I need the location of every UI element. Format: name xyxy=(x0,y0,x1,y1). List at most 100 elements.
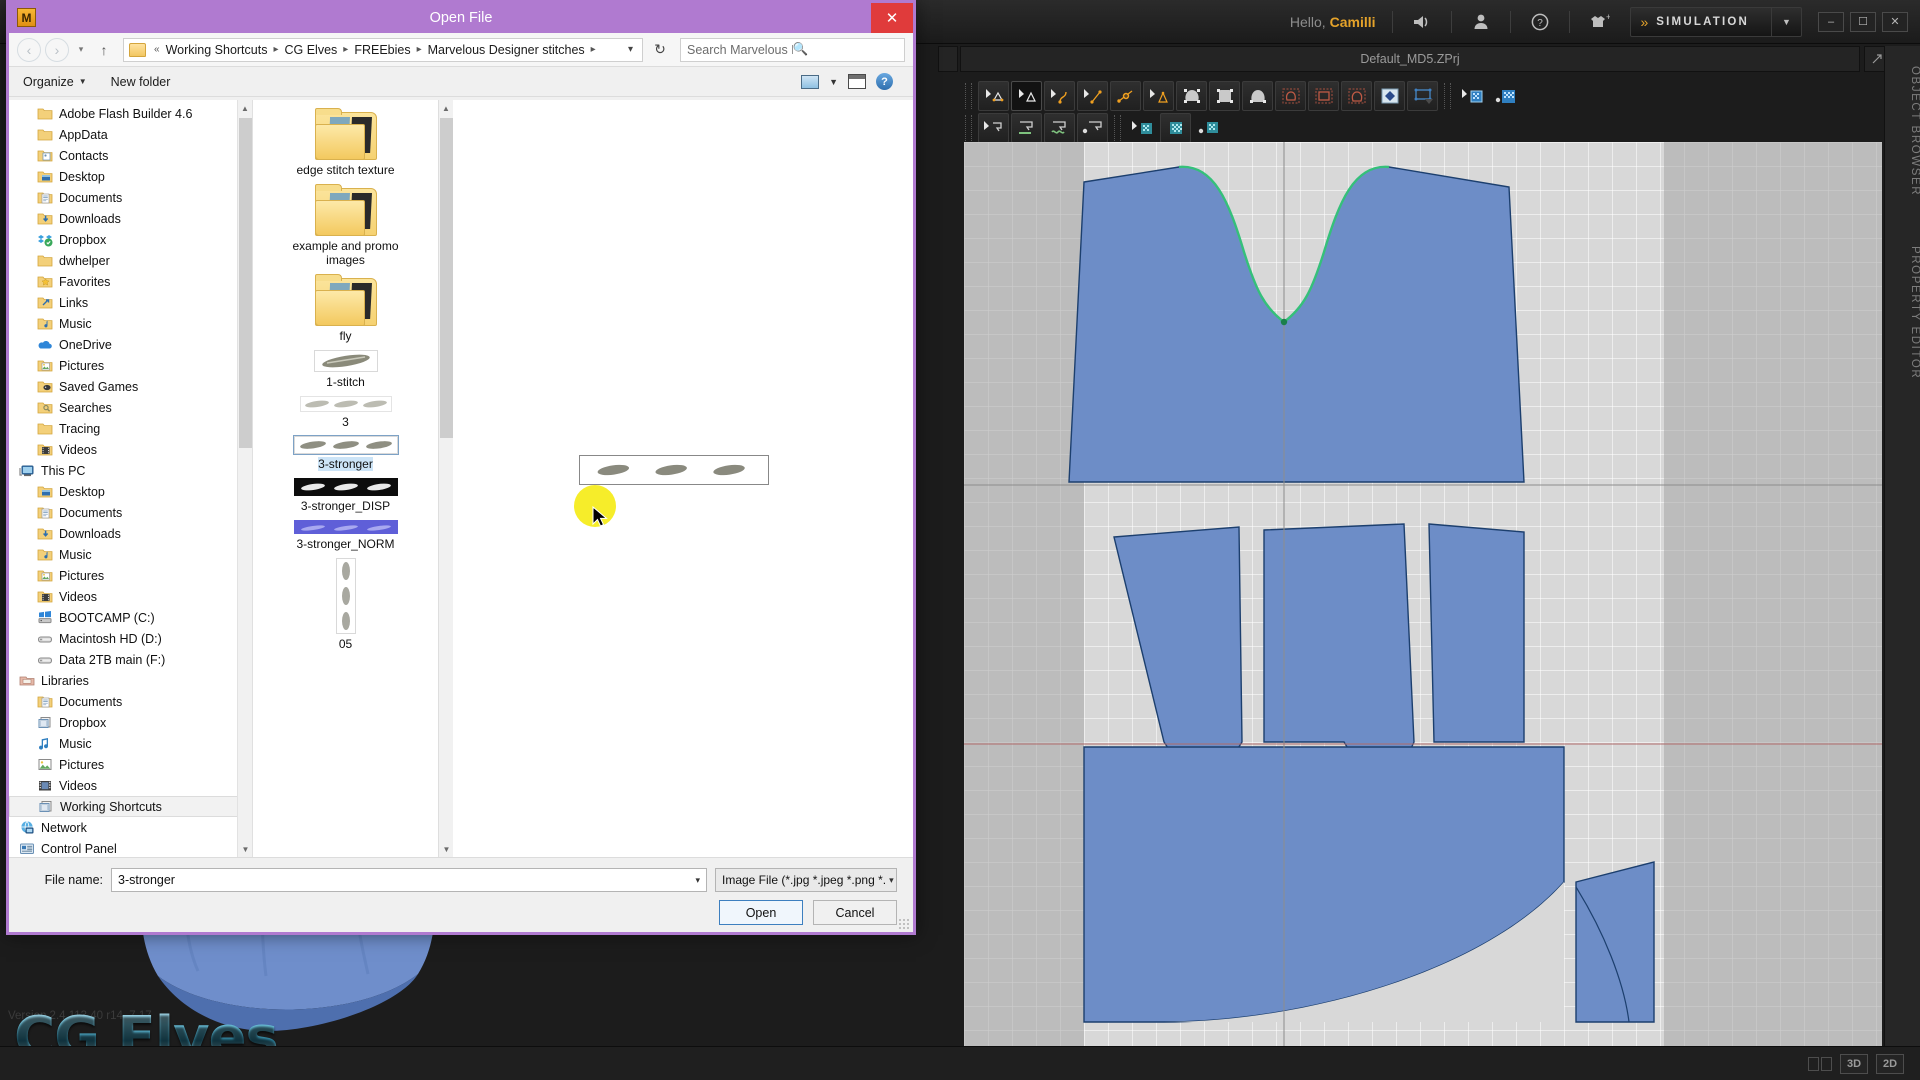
tool-pattern-outline-icon[interactable] xyxy=(1407,81,1438,111)
organize-menu[interactable]: Organize ▼ xyxy=(23,75,87,89)
tool-polygon-icon[interactable] xyxy=(1143,81,1174,111)
tree-item-appdata[interactable]: AppData xyxy=(9,124,252,145)
tree-item-videos[interactable]: Videos xyxy=(9,775,252,796)
tree-item-music[interactable]: Music xyxy=(9,733,252,754)
tree-item-music[interactable]: Music xyxy=(9,313,252,334)
file-tab[interactable]: Default_MD5.ZPrj xyxy=(960,46,1860,72)
tree-item-tracing[interactable]: Tracing xyxy=(9,418,252,439)
tree-item-dropbox[interactable]: Dropbox xyxy=(9,229,252,250)
help-icon[interactable]: ? xyxy=(876,73,893,90)
breadcrumb[interactable]: « Working Shortcuts ▸ CG Elves ▸ FREEbie… xyxy=(123,37,643,62)
file-item[interactable]: fly xyxy=(253,274,438,343)
tree-item-saved-games[interactable]: Saved Games xyxy=(9,376,252,397)
tree-item-macintosh-hd-d[interactable]: Macintosh HD (D:) xyxy=(9,628,252,649)
tree-item-videos[interactable]: Videos xyxy=(9,586,252,607)
preview-pane-icon[interactable] xyxy=(848,74,866,89)
tool-transform-pattern-icon[interactable] xyxy=(1011,81,1042,111)
tool-round-shape-icon[interactable] xyxy=(1242,81,1273,111)
tree-item-music[interactable]: Music xyxy=(9,544,252,565)
view-3d-button[interactable]: 3D xyxy=(1840,1053,1868,1074)
tree-item-network[interactable]: Network xyxy=(9,817,252,838)
tree-item-videos[interactable]: Videos xyxy=(9,439,252,460)
tree-item-data-2tb-main-f[interactable]: Data 2TB main (F:) xyxy=(9,649,252,670)
filename-input[interactable]: 3-stronger ▾ xyxy=(111,868,707,892)
filetype-select[interactable]: Image File (*.jpg *.jpeg *.png *. ▾ xyxy=(715,868,897,892)
navigation-tree[interactable]: Adobe Flash Builder 4.6 AppData Contacts De… xyxy=(9,100,252,857)
tool-select-mesh-icon[interactable] xyxy=(1127,113,1158,143)
tool-add-point-icon[interactable] xyxy=(1110,81,1141,111)
file-item[interactable]: 3 xyxy=(253,396,438,429)
tree-item-control-panel[interactable]: Control Panel xyxy=(9,838,252,857)
tree-item-dropbox[interactable]: Dropbox xyxy=(9,712,252,733)
forward-button[interactable]: › xyxy=(45,37,69,62)
scroll-thumb[interactable] xyxy=(239,118,252,448)
file-item[interactable]: 3-stronger xyxy=(253,435,438,471)
breadcrumb-item-2[interactable]: FREEbies xyxy=(352,43,412,57)
tool-fold-arrangement-icon[interactable] xyxy=(1374,81,1405,111)
new-folder-button[interactable]: New folder xyxy=(111,75,171,89)
tool-edit-sewing-icon[interactable] xyxy=(1077,113,1108,143)
chevron-down-icon[interactable]: ▾ xyxy=(886,875,894,886)
tree-item-bootcamp-c[interactable]: BOOTCAMP (C:) xyxy=(9,607,252,628)
file-item[interactable]: edge stitch texture xyxy=(253,108,438,177)
tool-rectangle-shape-icon[interactable] xyxy=(1209,81,1240,111)
tool-edit-mesh-icon[interactable] xyxy=(1193,113,1224,143)
tree-item-contacts[interactable]: Contacts xyxy=(9,145,252,166)
garment-add-icon[interactable]: + xyxy=(1582,7,1616,37)
tree-item-pictures[interactable]: Pictures xyxy=(9,754,252,775)
breadcrumb-item-1[interactable]: CG Elves xyxy=(283,43,340,57)
file-item[interactable]: 3-stronger_DISP xyxy=(253,478,438,513)
pattern-viewport-2d[interactable] xyxy=(964,142,1882,1050)
close-icon[interactable]: ✕ xyxy=(871,3,913,33)
tool-edit-texture-icon[interactable] xyxy=(1490,81,1521,111)
view-icon[interactable] xyxy=(801,74,820,89)
toolbar-grip[interactable] xyxy=(965,115,972,141)
tree-item-desktop[interactable]: Desktop xyxy=(9,481,252,502)
maximize-button[interactable]: ☐ xyxy=(1850,11,1876,32)
open-button[interactable]: Open xyxy=(719,900,803,925)
tree-item-documents[interactable]: Documents xyxy=(9,187,252,208)
tree-item-this-pc[interactable]: This PC xyxy=(9,460,252,481)
tool-edit-curve-icon[interactable] xyxy=(1044,81,1075,111)
toolbar-grip[interactable] xyxy=(965,83,972,109)
tool-pattern-shape-icon[interactable] xyxy=(1176,81,1207,111)
view-2d-button[interactable]: 2D xyxy=(1876,1053,1904,1074)
minimize-button[interactable]: – xyxy=(1818,11,1844,32)
speaker-icon[interactable] xyxy=(1405,7,1439,37)
file-items[interactable]: edge stitch texture example and promo ima… xyxy=(253,100,438,857)
tree-item-onedrive[interactable]: OneDrive xyxy=(9,334,252,355)
tool-select-sewing-icon[interactable] xyxy=(978,113,1009,143)
object-browser-tab[interactable]: OBJECT BROWSER xyxy=(1885,66,1920,196)
file-item[interactable]: 3-stronger_NORM xyxy=(253,520,438,551)
chevron-down-icon[interactable]: ▾ xyxy=(695,875,700,886)
recent-locations-icon[interactable]: ▾ xyxy=(73,44,89,55)
close-button[interactable]: ✕ xyxy=(1882,11,1908,32)
resize-grip[interactable] xyxy=(898,918,910,930)
tree-item-searches[interactable]: Searches xyxy=(9,397,252,418)
tree-item-adobe-flash-builder-4-6[interactable]: Adobe Flash Builder 4.6 xyxy=(9,103,252,124)
file-item[interactable]: 1-stitch xyxy=(253,350,438,389)
simulation-dropdown-icon[interactable]: ▼ xyxy=(1771,6,1801,37)
toolbar-grip[interactable] xyxy=(1114,115,1121,141)
tree-item-working-shortcuts[interactable]: Working Shortcuts xyxy=(9,796,252,817)
tree-item-pictures[interactable]: Pictures xyxy=(9,355,252,376)
back-button[interactable]: ‹ xyxy=(17,37,41,62)
breadcrumb-dropdown-icon[interactable]: ▾ xyxy=(621,44,640,55)
file-item[interactable]: 05 xyxy=(253,558,438,651)
tree-item-dwhelper[interactable]: dwhelper xyxy=(9,250,252,271)
tool-internal-round-icon[interactable] xyxy=(1341,81,1372,111)
scroll-down-icon[interactable]: ▼ xyxy=(238,841,252,857)
cancel-button[interactable]: Cancel xyxy=(813,900,897,925)
tree-item-desktop[interactable]: Desktop xyxy=(9,166,252,187)
tool-edit-point-icon[interactable] xyxy=(1077,81,1108,111)
tree-item-documents[interactable]: Documents xyxy=(9,502,252,523)
tool-mesh-pattern-icon[interactable] xyxy=(1160,113,1191,143)
tool-internal-rect-icon[interactable] xyxy=(1308,81,1339,111)
tool-internal-shape-icon[interactable] xyxy=(1275,81,1306,111)
up-button[interactable]: ↑ xyxy=(93,42,115,58)
tree-item-downloads[interactable]: Downloads xyxy=(9,523,252,544)
toolbar-grip[interactable] xyxy=(1444,83,1451,109)
tool-free-sewing-icon[interactable] xyxy=(1044,113,1075,143)
tool-edit-pattern-icon[interactable] xyxy=(978,81,1009,111)
tree-item-links[interactable]: Links xyxy=(9,292,252,313)
